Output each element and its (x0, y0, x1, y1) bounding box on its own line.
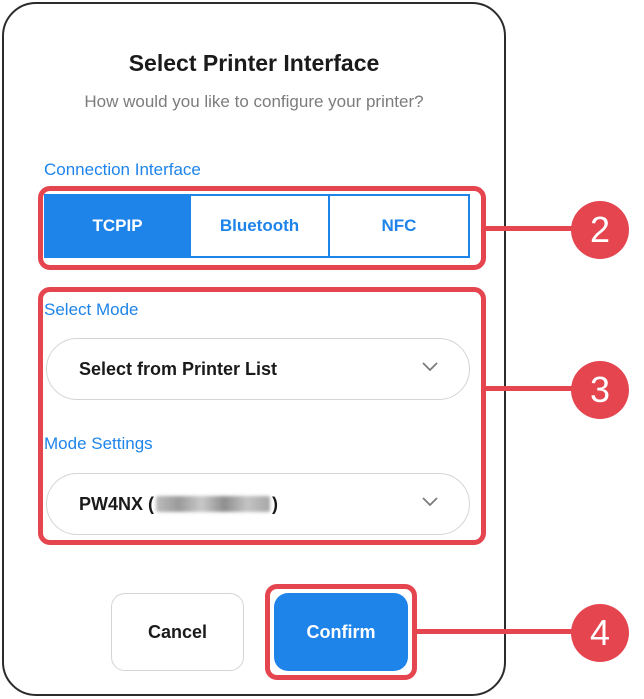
mode-settings-dropdown[interactable]: PW4NX ( ) (46, 473, 470, 535)
tab-tcpip[interactable]: TCPIP (46, 196, 189, 256)
callout-badge-3: 3 (571, 361, 629, 419)
callout-line-3 (486, 386, 576, 391)
mode-settings-label: Mode Settings (44, 434, 153, 453)
select-mode-value: Select from Printer List (79, 358, 278, 379)
tab-bluetooth[interactable]: Bluetooth (189, 196, 328, 256)
callout-badge-2: 2 (571, 201, 629, 259)
mode-settings-value: PW4NX ( ) (79, 494, 278, 515)
select-mode-label: Select Mode (44, 300, 139, 319)
confirm-button[interactable]: Confirm (274, 593, 408, 671)
printer-name-prefix: PW4NX ( (79, 493, 155, 514)
chevron-down-icon (422, 362, 438, 372)
callout-line-2 (486, 226, 576, 231)
printer-name-suffix: ) (272, 493, 279, 514)
callout-badge-4: 4 (571, 604, 629, 662)
chevron-down-icon (422, 497, 438, 507)
select-mode-dropdown[interactable]: Select from Printer List (46, 338, 470, 400)
redacted-ip-address (156, 496, 271, 512)
dialog-subtitle: How would you like to configure your pri… (84, 92, 424, 111)
connection-interface-label: Connection Interface (44, 160, 201, 179)
cancel-button[interactable]: Cancel (111, 593, 244, 671)
callout-line-4 (417, 629, 576, 634)
tab-nfc[interactable]: NFC (328, 196, 468, 256)
connection-interface-segmented-control: TCPIP Bluetooth NFC (44, 194, 470, 258)
dialog-title: Select Printer Interface (128, 50, 380, 76)
